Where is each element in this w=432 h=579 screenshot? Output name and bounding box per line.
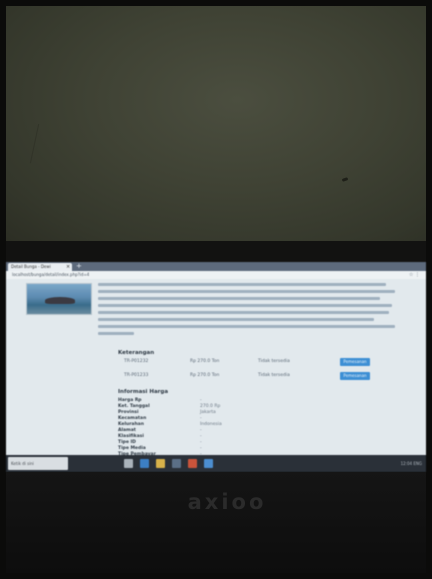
pemesanan-button[interactable]: Pemesanan — [340, 372, 370, 380]
row-status: Tidak tersedia — [258, 359, 290, 364]
web-page: Keterangan TR-P01232 Rp 270.0 Ton Tidak … — [6, 279, 426, 457]
system-tray[interactable]: 12:04 ENG — [401, 455, 422, 472]
wall-speck — [341, 177, 349, 182]
section-informasi-title: Informasi Harga — [118, 389, 169, 395]
laptop-base: axioo — [6, 472, 426, 573]
new-tab-icon[interactable]: + — [76, 262, 82, 271]
os-taskbar: Ketik di sini 12:04 ENG — [6, 455, 426, 472]
image-island — [45, 297, 75, 304]
chrome-icon[interactable] — [188, 459, 197, 468]
section-keterangan-title: Keterangan — [118, 350, 155, 356]
tab-title: Detail Bunga - Dewi — [11, 264, 51, 269]
mail-icon[interactable] — [204, 459, 213, 468]
pemesanan-button[interactable]: Pemesanan — [340, 358, 370, 366]
description-text-block — [98, 283, 398, 343]
wall-crack — [29, 124, 43, 164]
browser-toolbar-icons[interactable]: ☆ ⋮ — [409, 271, 420, 279]
row-code: TR-P01232 — [124, 359, 149, 364]
file-explorer-icon[interactable] — [156, 459, 165, 468]
laptop-screen: Detail Bunga - Dewi × + localhost/bunga/… — [6, 262, 426, 472]
laptop-bezel-top — [6, 241, 426, 262]
store-icon[interactable] — [172, 459, 181, 468]
browser-tab[interactable]: Detail Bunga - Dewi × — [8, 263, 72, 271]
taskbar-search-input[interactable]: Ketik di sini — [8, 457, 68, 470]
tab-close-icon[interactable]: × — [66, 264, 70, 271]
row-price: Rp 270.0 Ton — [190, 373, 220, 378]
edge-browser-icon[interactable] — [140, 459, 149, 468]
browser-tabbar: Detail Bunga - Dewi × + — [6, 262, 426, 271]
photo-frame: Detail Bunga - Dewi × + localhost/bunga/… — [0, 0, 432, 579]
row-status: Tidak tersedia — [258, 373, 290, 378]
product-image — [26, 283, 92, 315]
keterangan-row: TR-P01232 Rp 270.0 Ton Tidak tersedia Pe… — [118, 357, 378, 367]
address-text: localhost/bunga/detail/index.php?id=4 — [12, 272, 90, 277]
keterangan-row: TR-P01233 Rp 270.0 Ton Tidak tersedia Pe… — [118, 371, 378, 381]
brand-logo: axioo — [187, 490, 267, 514]
row-price: Rp 270.0 Ton — [190, 359, 220, 364]
wall-background — [6, 6, 426, 241]
row-code: TR-P01233 — [124, 373, 149, 378]
task-view-icon[interactable] — [124, 459, 133, 468]
